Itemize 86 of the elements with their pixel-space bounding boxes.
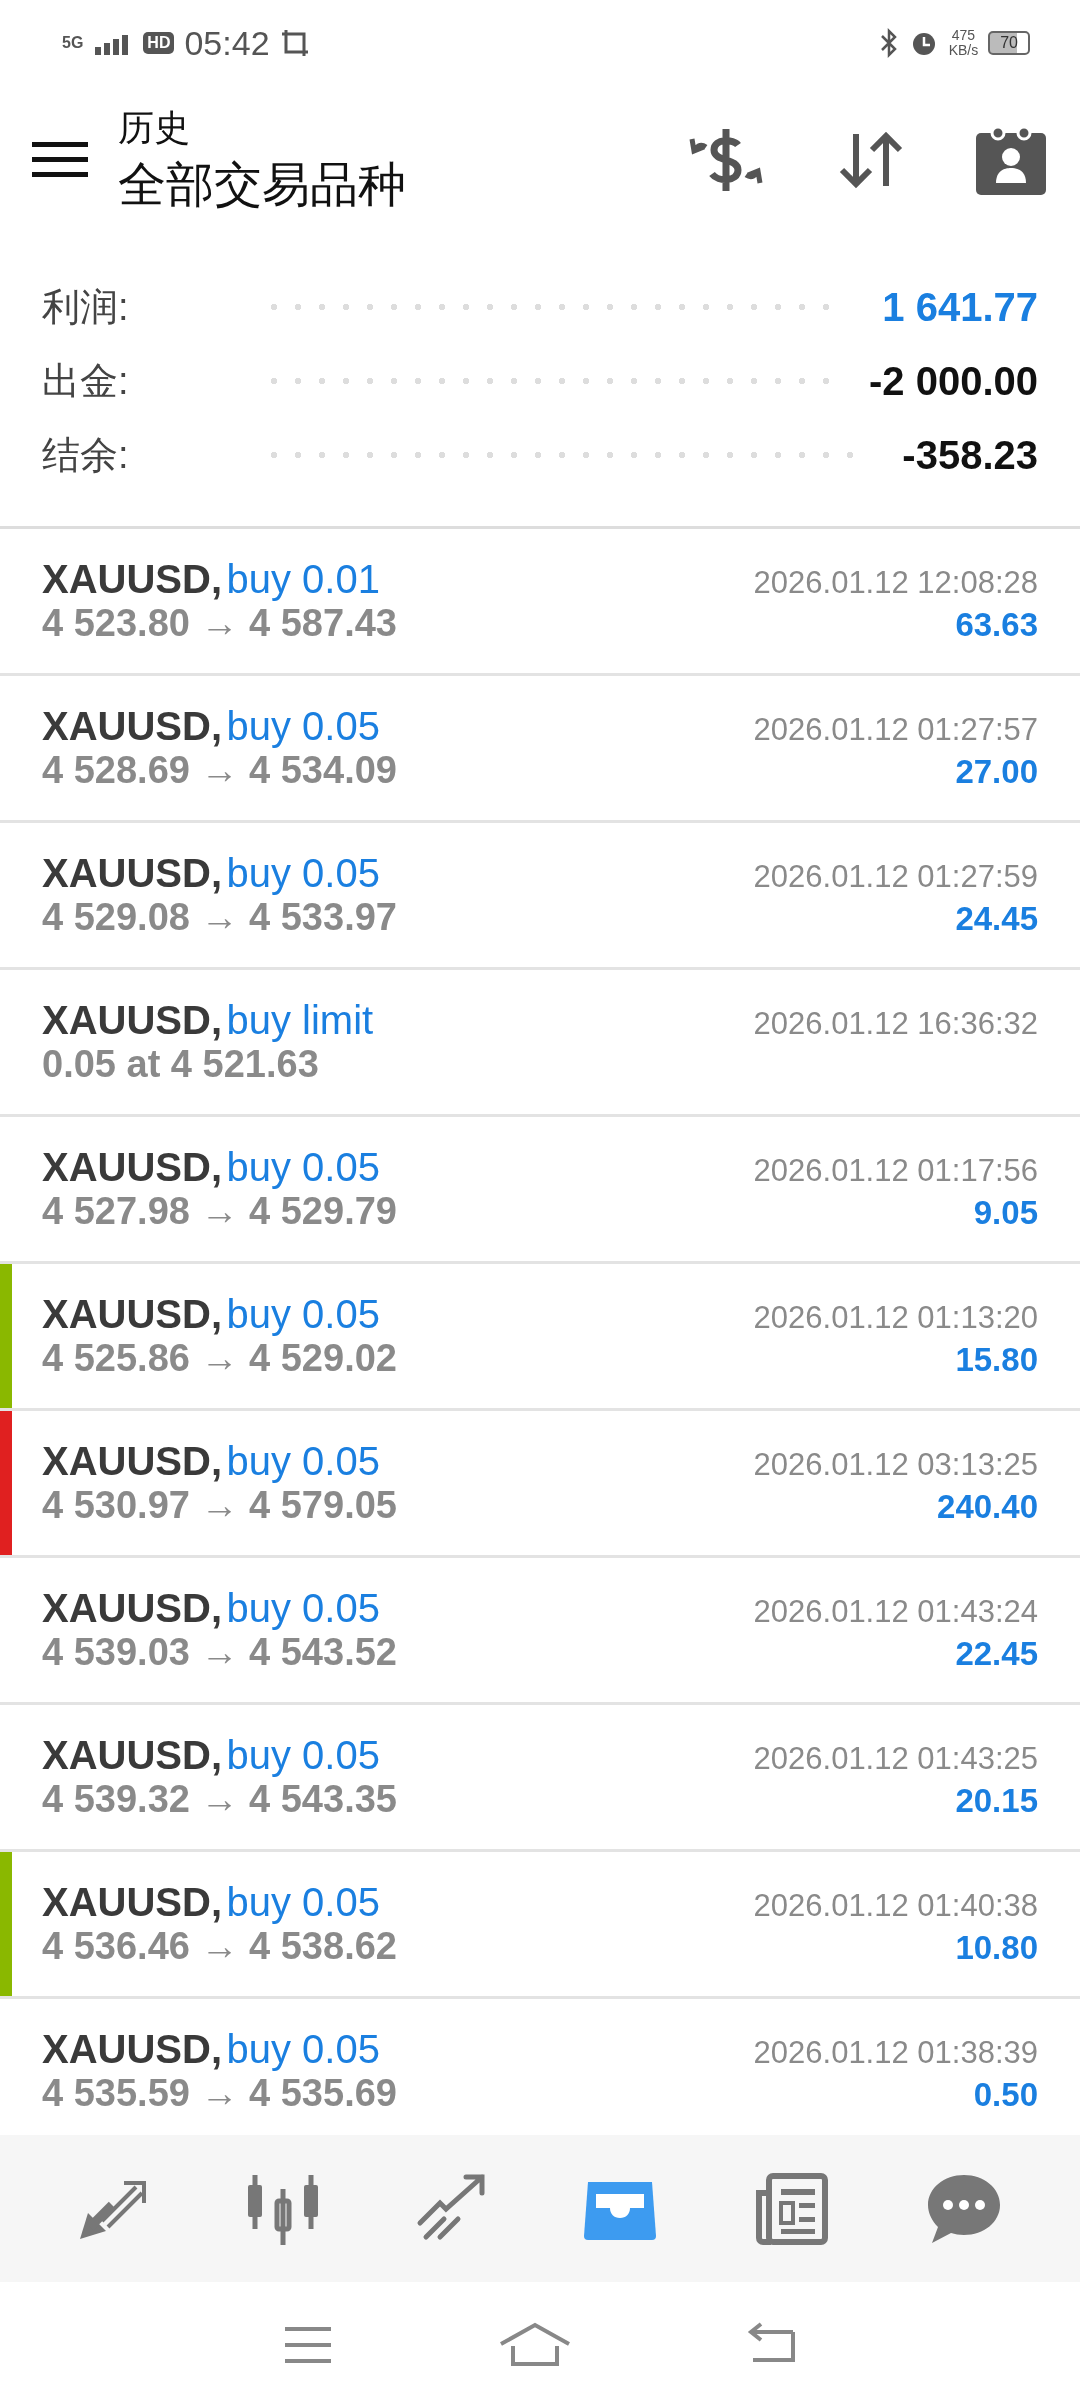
deal-type: buy 0.05 bbox=[226, 1733, 380, 1777]
deal-type: buy 0.05 bbox=[226, 851, 380, 895]
deal-row[interactable]: XAUUSD,buy limit 2026.01.12 16:36:32 0.05 at 4 521.63 bbox=[0, 970, 1080, 1117]
symbol: XAUUSD, bbox=[42, 1439, 223, 1483]
network-label: 5G bbox=[62, 34, 84, 52]
symbol: XAUUSD, bbox=[42, 998, 223, 1042]
page-subtitle: 历史 bbox=[118, 105, 191, 150]
symbol: XAUUSD, bbox=[42, 851, 223, 895]
price-range: 4 525.86 → 4 529.02 bbox=[42, 1337, 397, 1380]
speed-unit: KB/s bbox=[948, 43, 979, 58]
profit-value: 24.45 bbox=[955, 900, 1038, 938]
profit-value: 10.80 bbox=[955, 1929, 1038, 1967]
symbol: XAUUSD, bbox=[42, 1880, 223, 1924]
price-range: 4 529.08 → 4 533.97 bbox=[42, 896, 397, 939]
deal-type: buy 0.05 bbox=[226, 1439, 380, 1483]
summary-value: -358.23 bbox=[902, 432, 1038, 478]
symbol: XAUUSD, bbox=[42, 1733, 223, 1777]
deal-type: buy 0.05 bbox=[226, 1586, 380, 1630]
deal-time: 2026.01.12 01:40:38 bbox=[753, 1888, 1038, 1924]
deal-time: 2026.01.12 01:17:56 bbox=[753, 1153, 1038, 1189]
deal-row[interactable]: XAUUSD,buy 0.05 2026.01.12 03:13:25 4 530.97 → 4 579.05 240.40 bbox=[0, 1411, 1080, 1558]
deal-time: 2026.01.12 01:43:24 bbox=[753, 1594, 1038, 1630]
deal-row[interactable]: XAUUSD,buy 0.05 2026.01.12 01:43:24 4 539.03 → 4 543.52 22.45 bbox=[0, 1558, 1080, 1705]
page-title[interactable]: 全部交易品种 bbox=[118, 152, 686, 217]
price-range: 4 528.69 → 4 534.09 bbox=[42, 749, 397, 792]
profit-value: 0.50 bbox=[973, 2076, 1038, 2114]
deal-row[interactable]: XAUUSD,buy 0.05 2026.01.12 01:40:38 4 536.46 → 4 538.62 10.80 bbox=[0, 1852, 1080, 1999]
deal-row[interactable]: XAUUSD,buy 0.05 2026.01.12 01:27:57 4 528.69 → 4 534.09 27.00 bbox=[0, 676, 1080, 823]
summary-value: -2 000.00 bbox=[868, 358, 1038, 404]
symbol: XAUUSD, bbox=[42, 557, 223, 601]
profit-value: 9.05 bbox=[973, 1194, 1038, 1232]
chart-tab[interactable] bbox=[247, 2172, 319, 2245]
symbol: XAUUSD, bbox=[42, 2027, 223, 2071]
profit-value: 240.40 bbox=[937, 1488, 1038, 1526]
profit-value: 15.80 bbox=[955, 1341, 1038, 1379]
contact-calendar-icon[interactable] bbox=[976, 125, 1046, 195]
deal-row[interactable]: XAUUSD,buy 0.05 2026.01.12 01:13:20 4 525.86 → 4 529.02 15.80 bbox=[0, 1264, 1080, 1411]
deal-type: buy 0.05 bbox=[226, 1880, 380, 1924]
price-range: 4 536.46 → 4 538.62 bbox=[42, 1925, 397, 1968]
deal-time: 2026.01.12 01:13:20 bbox=[753, 1300, 1038, 1336]
deal-type: buy 0.01 bbox=[226, 557, 380, 601]
profit-value: 20.15 bbox=[955, 1782, 1038, 1820]
symbol: XAUUSD, bbox=[42, 1292, 223, 1336]
deal-time: 2026.01.12 01:27:57 bbox=[753, 712, 1038, 748]
price-range: 4 523.80 → 4 587.43 bbox=[42, 602, 397, 645]
deal-row[interactable]: XAUUSD,buy 0.05 2026.01.12 01:17:56 4 527.98 → 4 529.79 9.05 bbox=[0, 1117, 1080, 1264]
profit-value: 27.00 bbox=[955, 753, 1038, 791]
price-range: 4 535.59 → 4 535.69 bbox=[42, 2072, 397, 2115]
battery-indicator: 70 bbox=[988, 31, 1030, 55]
clock: 05:42 bbox=[184, 23, 270, 63]
price-range: 4 539.32 → 4 543.35 bbox=[42, 1778, 397, 1821]
price-range: 4 527.98 → 4 529.79 bbox=[42, 1190, 397, 1233]
deal-type: buy limit bbox=[226, 998, 374, 1042]
symbol: XAUUSD, bbox=[42, 704, 223, 748]
deal-type: buy 0.05 bbox=[226, 704, 380, 748]
deal-time: 2026.01.12 16:36:32 bbox=[753, 1006, 1038, 1042]
summary-label: 结余: bbox=[42, 432, 130, 478]
home-icon[interactable] bbox=[499, 2322, 571, 2368]
deal-row[interactable]: XAUUSD,buy 0.05 2026.01.12 01:43:25 4 539.32 → 4 543.35 20.15 bbox=[0, 1705, 1080, 1852]
candlestick-icon bbox=[247, 2172, 319, 2245]
deal-type: buy 0.05 bbox=[226, 2027, 380, 2071]
symbol: XAUUSD, bbox=[42, 1586, 223, 1630]
summary-label: 利润: bbox=[42, 284, 130, 330]
profit-value: 22.45 bbox=[955, 1635, 1038, 1673]
deal-row[interactable]: XAUUSD,buy 0.01 2026.01.12 12:08:28 4 523.80 → 4 587.43 63.63 bbox=[0, 529, 1080, 676]
summary-value: 1 641.77 bbox=[882, 284, 1038, 330]
speed-value: 475 bbox=[951, 28, 976, 43]
deal-type: buy 0.05 bbox=[226, 1145, 380, 1189]
deal-time: 2026.01.12 03:13:25 bbox=[753, 1447, 1038, 1483]
summary-label: 出金: bbox=[42, 358, 130, 404]
profit-value: 63.63 bbox=[955, 606, 1038, 644]
bluetooth-icon bbox=[878, 28, 899, 58]
deal-time: 2026.01.12 01:38:39 bbox=[753, 2035, 1038, 2071]
deal-time: 2026.01.12 01:43:25 bbox=[753, 1741, 1038, 1777]
order-detail: 0.05 at 4 521.63 bbox=[42, 1043, 319, 1086]
deal-time: 2026.01.12 01:27:59 bbox=[753, 859, 1038, 895]
price-range: 4 539.03 → 4 543.52 bbox=[42, 1631, 397, 1674]
price-range: 4 530.97 → 4 579.05 bbox=[42, 1484, 397, 1527]
deal-row[interactable]: XAUUSD,buy 0.05 2026.01.12 01:27:59 4 529.08 → 4 533.97 24.45 bbox=[0, 823, 1080, 970]
hd-badge: HD bbox=[143, 32, 175, 54]
chat-tab[interactable] bbox=[925, 2172, 1002, 2245]
deal-type: buy 0.05 bbox=[226, 1292, 380, 1336]
menu-icon[interactable] bbox=[32, 140, 88, 180]
chat-bubble-icon bbox=[925, 2172, 1002, 2245]
symbol: XAUUSD, bbox=[42, 1145, 223, 1189]
deal-time: 2026.01.12 12:08:28 bbox=[753, 565, 1038, 601]
